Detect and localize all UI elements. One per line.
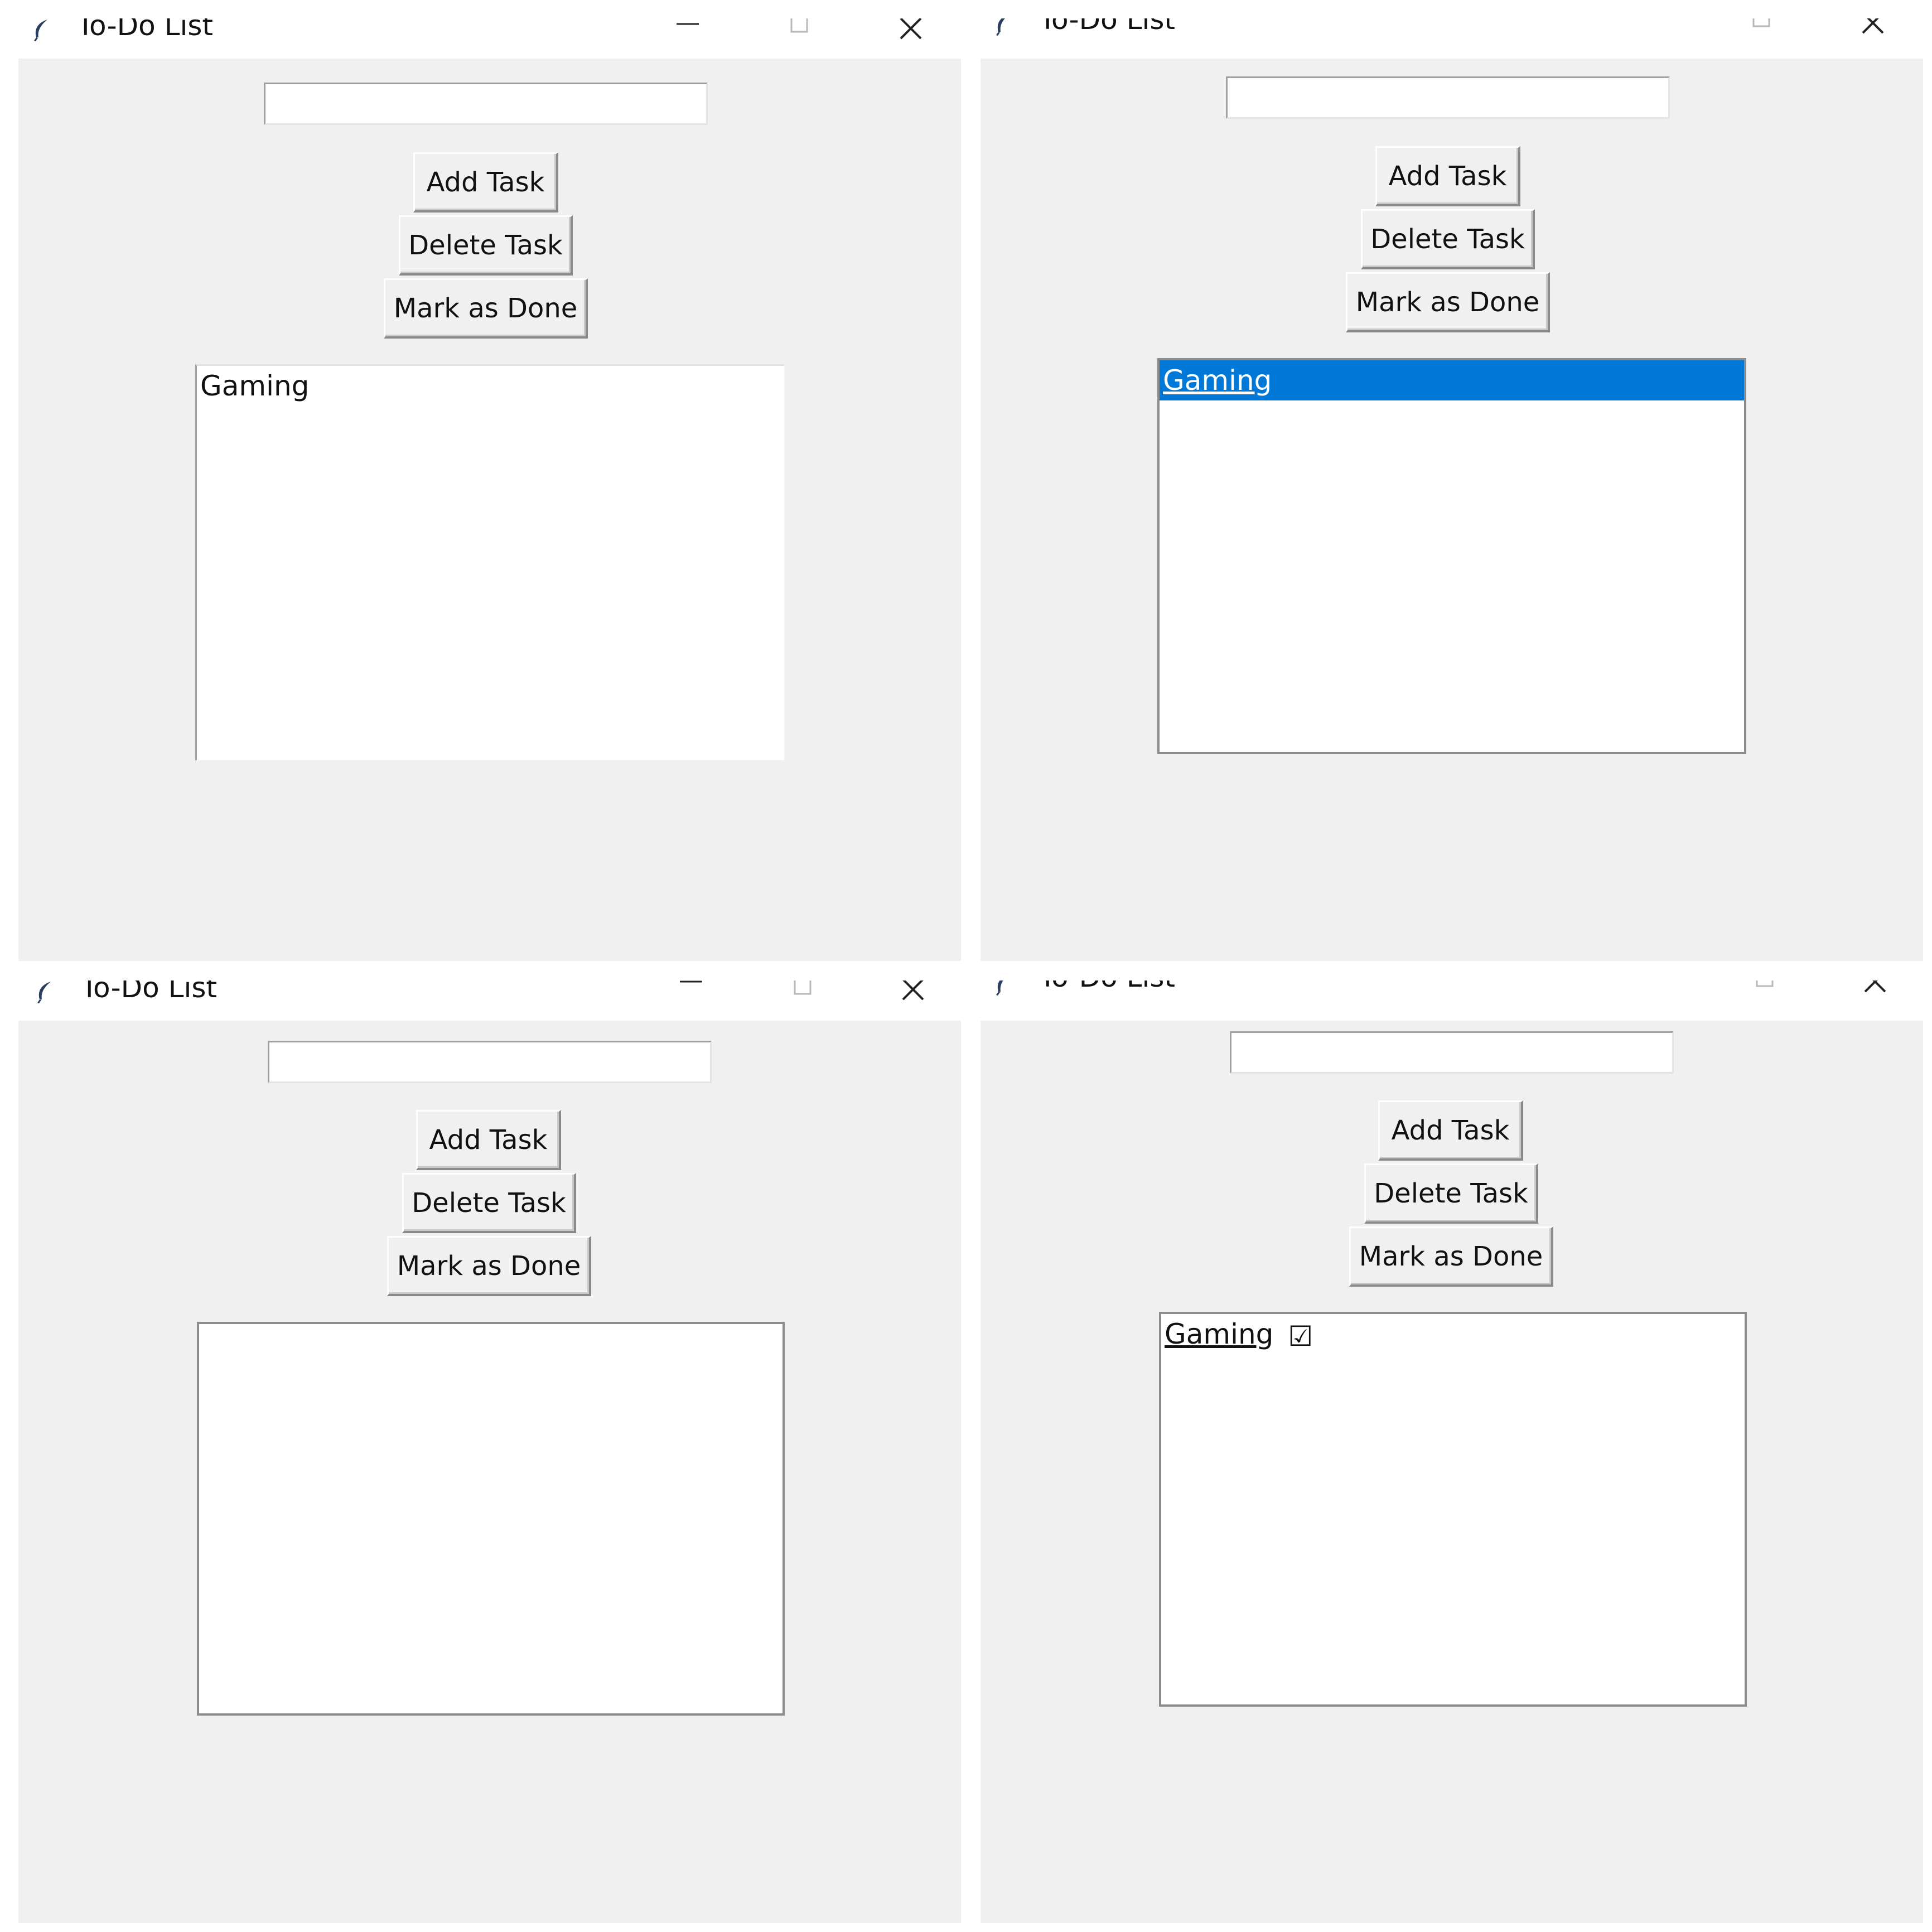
mark-as-done-button[interactable]: Mark as Done bbox=[387, 1236, 591, 1296]
close-icon[interactable] bbox=[1858, 981, 1892, 1014]
close-icon[interactable] bbox=[1856, 18, 1890, 52]
close-icon[interactable] bbox=[896, 981, 930, 1014]
close-icon[interactable] bbox=[894, 18, 928, 52]
task-input[interactable] bbox=[1230, 1031, 1674, 1074]
title-bar: To-Do List bbox=[981, 981, 1923, 1021]
mark-as-done-button[interactable]: Mark as Done bbox=[1349, 1226, 1553, 1287]
title-bar: To-Do List bbox=[981, 18, 1923, 59]
task-text: Gaming bbox=[1165, 1318, 1274, 1350]
delete-task-button[interactable]: Delete Task bbox=[399, 215, 573, 276]
delete-task-button[interactable]: Delete Task bbox=[1364, 1163, 1538, 1224]
window-title: To-Do List bbox=[77, 18, 213, 42]
todo-window-1: To-Do List Add Task Delete Task Mark as … bbox=[18, 18, 961, 961]
task-listbox[interactable]: Gaming bbox=[1157, 358, 1746, 754]
add-task-button[interactable]: Add Task bbox=[1378, 1100, 1523, 1161]
task-text: Gaming bbox=[200, 370, 310, 402]
title-bar: To-Do List bbox=[18, 18, 961, 59]
delete-task-button[interactable]: Delete Task bbox=[1361, 209, 1535, 269]
task-listbox[interactable]: Gaming ☑ bbox=[1159, 1312, 1747, 1707]
maximize-icon[interactable] bbox=[783, 18, 816, 52]
todo-window-3: To-Do List Add Task Delete Task Mark as … bbox=[18, 981, 961, 1923]
mark-as-done-button[interactable]: Mark as Done bbox=[384, 278, 588, 339]
mark-as-done-button[interactable]: Mark as Done bbox=[1346, 272, 1550, 332]
task-input[interactable] bbox=[1226, 76, 1670, 119]
task-input[interactable] bbox=[264, 83, 708, 125]
minimize-icon[interactable] bbox=[671, 18, 704, 52]
task-listbox[interactable] bbox=[197, 1322, 785, 1716]
list-item[interactable]: Gaming bbox=[197, 366, 784, 406]
task-text: Gaming bbox=[1163, 364, 1272, 397]
list-item-selected[interactable]: Gaming bbox=[1160, 360, 1744, 400]
checkbox-done-icon: ☑ bbox=[1288, 1320, 1313, 1353]
feather-icon bbox=[993, 18, 1015, 42]
task-listbox[interactable]: Gaming bbox=[195, 364, 784, 760]
feather-icon bbox=[31, 18, 53, 42]
delete-task-button[interactable]: Delete Task bbox=[402, 1173, 576, 1233]
maximize-icon[interactable] bbox=[786, 981, 819, 1014]
minimize-icon[interactable] bbox=[674, 981, 708, 1014]
window-title: To-Do List bbox=[1039, 18, 1175, 36]
todo-window-4: To-Do List Add Task Delete Task Mark as … bbox=[981, 981, 1923, 1923]
maximize-icon[interactable] bbox=[1745, 18, 1778, 52]
maximize-icon[interactable] bbox=[1748, 981, 1781, 1014]
task-input[interactable] bbox=[268, 1041, 712, 1083]
feather-icon bbox=[34, 981, 56, 1004]
add-task-button[interactable]: Add Task bbox=[1375, 146, 1520, 206]
add-task-button[interactable]: Add Task bbox=[413, 152, 558, 212]
add-task-button[interactable]: Add Task bbox=[416, 1110, 561, 1170]
list-item[interactable]: Gaming ☑ bbox=[1161, 1314, 1745, 1354]
title-bar: To-Do List bbox=[18, 981, 961, 1021]
todo-window-2: To-Do List Add Task Delete Task Mark as … bbox=[981, 18, 1923, 961]
feather-icon bbox=[993, 981, 1015, 1004]
window-title: To-Do List bbox=[81, 981, 217, 1004]
window-title: To-Do List bbox=[1039, 981, 1175, 993]
